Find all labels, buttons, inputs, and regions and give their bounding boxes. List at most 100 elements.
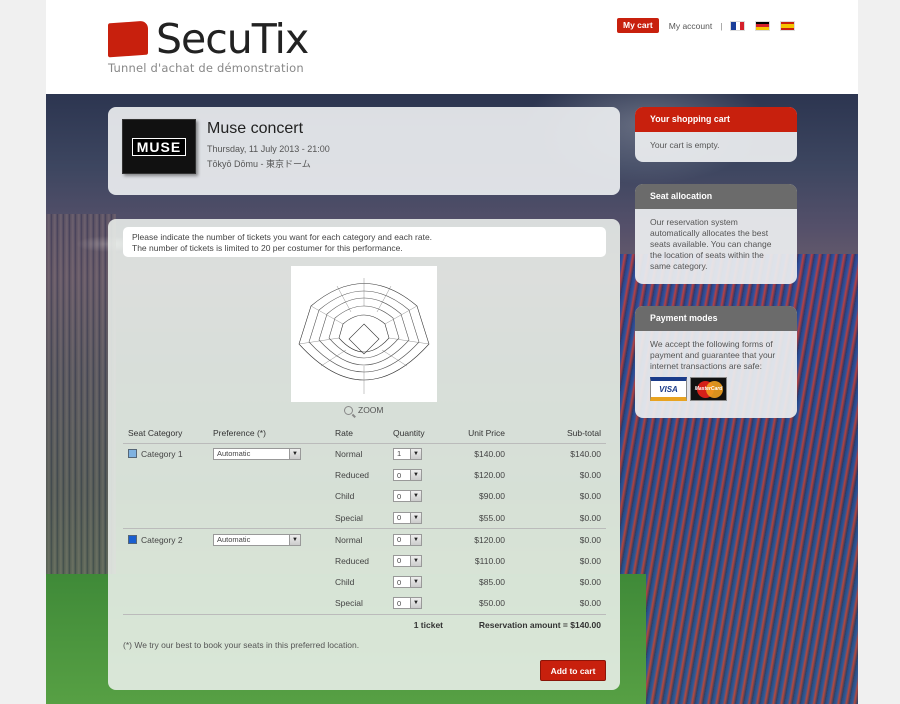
quantity-cell: 0 ▼ <box>388 571 448 592</box>
logo[interactable]: SecuTix <box>156 16 309 62</box>
shopping-cart-body: Your cart is empty. <box>650 140 720 150</box>
col-subtotal: Sub-total <box>510 423 606 444</box>
seat-category-name: Category 1 <box>141 448 183 459</box>
preference-cell: Automatic ▼ <box>208 443 330 464</box>
subtotal-cell: $0.00 <box>579 577 601 588</box>
event-panel: MUSE Muse concert Thursday, 11 July 2013… <box>108 107 620 195</box>
my-account-link[interactable]: My account <box>669 21 712 31</box>
quantity-select[interactable]: 0 ▼ <box>393 469 422 482</box>
unit-price-cell: $90.00 <box>479 491 505 502</box>
chevron-down-icon: ▼ <box>410 534 421 545</box>
quantity-select[interactable]: 0 ▼ <box>393 576 422 589</box>
german-flag-icon[interactable] <box>755 20 771 31</box>
chevron-down-icon: ▼ <box>289 534 300 545</box>
quantity-value: 0 <box>397 598 402 608</box>
zoom-label: ZOOM <box>358 405 384 415</box>
quantity-select[interactable]: 0 ▼ <box>393 554 422 567</box>
seat-allocation-title: Seat allocation <box>635 184 797 209</box>
table-row: Special 0 ▼ $50.00 $0.00 <box>123 592 606 615</box>
event-venue: Tōkyō Dōmu - 東京ドーム <box>207 159 311 169</box>
payment-modes-title: Payment modes <box>635 306 797 331</box>
shopping-cart-panel: Your shopping cart Your cart is empty. <box>635 107 797 162</box>
event-title: Muse concert <box>207 120 304 137</box>
my-cart-button[interactable]: My cart <box>617 18 659 33</box>
quantity-cell: 0 ▼ <box>388 486 448 507</box>
rate-cell: Child <box>335 577 355 588</box>
rate-cell: Normal <box>335 448 363 459</box>
subtotal-cell: $0.00 <box>510 507 606 530</box>
table-row: Special 0 ▼ $55.00 $0.00 <box>123 507 606 530</box>
unit-price-cell: $120.00 <box>474 470 505 481</box>
chevron-down-icon: ▼ <box>410 598 421 609</box>
table-row: Reduced 0 ▼ $120.00 $0.00 <box>123 464 606 485</box>
quantity-cell: 0 ▼ <box>388 550 448 571</box>
magnifier-icon <box>344 405 353 415</box>
quantity-value: 0 <box>397 513 402 523</box>
empty-cell <box>123 550 208 571</box>
chevron-down-icon: ▼ <box>410 512 421 523</box>
subtotal-cell: $0.00 <box>579 470 601 481</box>
unit-price-cell: $55.00 <box>448 507 510 530</box>
unit-price-cell: $50.00 <box>448 592 510 615</box>
zoom-link[interactable]: ZOOM <box>344 405 384 415</box>
quantity-value: 0 <box>397 491 402 501</box>
stadium-map-drawing <box>298 278 430 394</box>
chevron-down-icon: ▼ <box>289 448 300 459</box>
mastercard-label: MasterCard <box>694 385 723 392</box>
chevron-down-icon: ▼ <box>410 470 421 481</box>
page: SecuTix Tunnel d'achat de démonstration … <box>46 0 858 704</box>
totals-row: 1 ticket Reservation amount = $140.00 <box>123 614 606 635</box>
payment-modes-body: We accept the following forms of payment… <box>650 339 776 371</box>
rate-cell: Special <box>330 507 388 530</box>
nav-separator: | <box>720 20 723 31</box>
preference-value: Automatic <box>217 535 251 544</box>
category-color-swatch <box>128 448 137 458</box>
subtotal-cell: $0.00 <box>579 534 601 545</box>
quantity-select[interactable]: 0 ▼ <box>393 597 422 610</box>
tickets-table: Seat Category Preference (*) Rate Quanti… <box>123 423 606 635</box>
quantity-value: 0 <box>397 577 402 587</box>
empty-cell <box>208 507 330 530</box>
chevron-down-icon: ▼ <box>410 555 421 566</box>
empty-cell <box>123 571 208 592</box>
quantity-select[interactable]: 0 ▼ <box>393 533 422 546</box>
french-flag-icon[interactable] <box>730 20 746 31</box>
spanish-flag-icon[interactable] <box>780 20 796 31</box>
table-row: Child 0 ▼ $85.00 $0.00 <box>123 571 606 592</box>
seat-category-cell: Category 2 <box>123 529 208 550</box>
header: SecuTix Tunnel d'achat de démonstration … <box>46 0 858 94</box>
seat-map-image[interactable] <box>291 266 437 402</box>
chevron-down-icon: ▼ <box>410 448 421 459</box>
quantity-select[interactable]: 0 ▼ <box>393 490 422 503</box>
preference-value: Automatic <box>217 449 251 459</box>
rate-cell: Reduced <box>335 470 370 481</box>
quantity-select[interactable]: 1 ▼ <box>393 447 422 460</box>
subtotal-cell: $0.00 <box>579 555 601 566</box>
quantity-value: 1 <box>397 449 402 459</box>
preference-select[interactable]: Automatic ▼ <box>213 447 301 460</box>
empty-cell <box>123 464 208 485</box>
col-quantity: Quantity <box>388 423 448 444</box>
table-row: Reduced 0 ▼ $110.00 $0.00 <box>123 550 606 571</box>
quantity-cell: 0 ▼ <box>388 529 448 550</box>
empty-cell <box>208 571 330 592</box>
seat-allocation-body: Our reservation system automatically all… <box>650 217 772 271</box>
info-line-2: The number of tickets is limited to 20 p… <box>132 243 403 253</box>
empty-cell <box>208 592 330 615</box>
shopping-cart-title: Your shopping cart <box>635 107 797 132</box>
quantity-value: 0 <box>397 556 402 566</box>
add-to-cart-button[interactable]: Add to cart <box>540 660 606 681</box>
card-logos: VISA MasterCard <box>650 377 782 401</box>
chevron-down-icon: ▼ <box>410 577 421 588</box>
rate-cell: Special <box>330 592 388 615</box>
quantity-value: 0 <box>397 470 402 480</box>
quantity-select[interactable]: 0 ▼ <box>393 511 422 524</box>
rate-cell: Child <box>335 491 355 502</box>
ticket-info-box: Please indicate the number of tickets yo… <box>123 227 606 257</box>
unit-price-cell: $120.00 <box>474 534 505 545</box>
top-nav: My cart My account | <box>617 18 805 33</box>
preference-select[interactable]: Automatic ▼ <box>213 533 301 546</box>
col-preference: Preference (*) <box>208 423 330 444</box>
table-row: Category 1 Automatic ▼ Normal 1 ▼ $140.00 $140.… <box>123 443 606 464</box>
logo-tagline: Tunnel d'achat de démonstration <box>108 61 304 75</box>
